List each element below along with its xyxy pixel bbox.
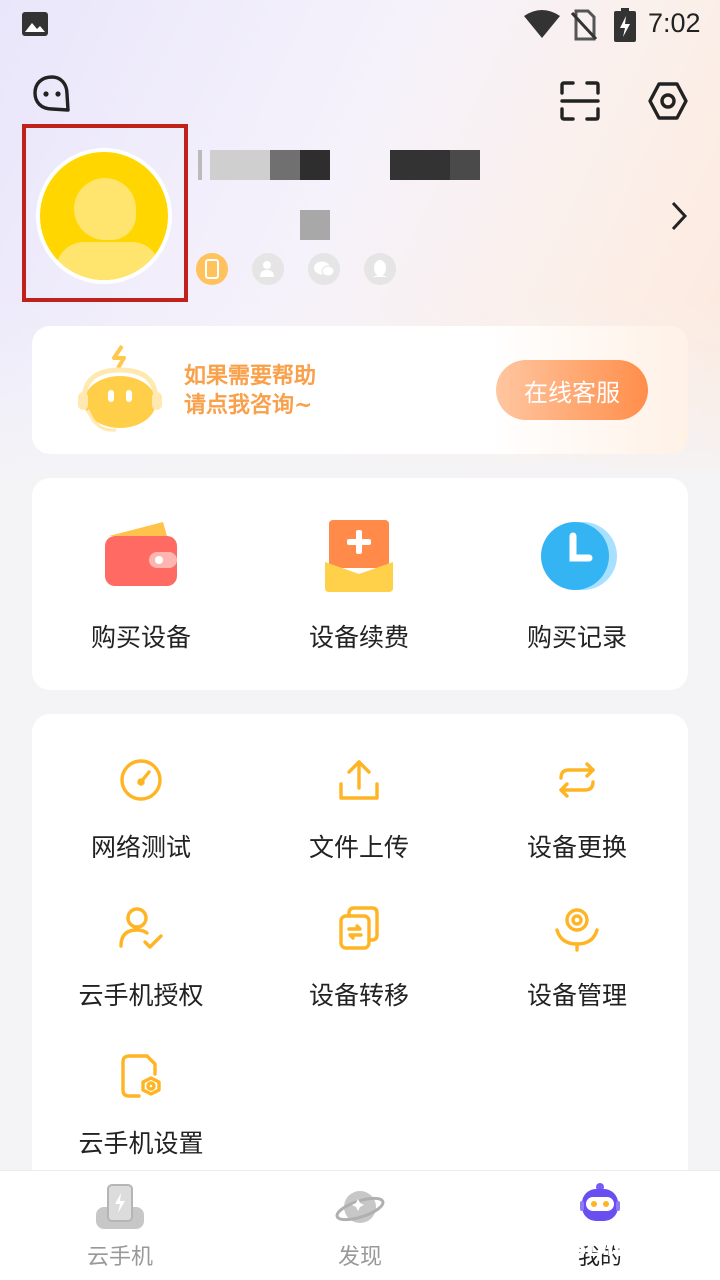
tool-item[interactable]: 云手机授权 (32, 904, 250, 1012)
status-bar: 7:02 (0, 0, 720, 50)
qq-bind-icon[interactable] (364, 253, 396, 285)
avatar-head-shape (74, 178, 136, 240)
nav-label: 发现 (337, 1245, 382, 1270)
tool-item-label: 设备转移 (308, 981, 409, 1010)
scan-icon[interactable] (556, 78, 604, 124)
purchase-item-label: 购买记录 (526, 623, 627, 652)
profile-chevron-right-icon[interactable] (664, 196, 694, 236)
customer-service-mascot-icon (78, 344, 162, 432)
robot-avatar-icon (580, 1183, 620, 1221)
purchase-item[interactable]: 购买设备 (32, 518, 250, 654)
tool-item-label: 网络测试 (90, 833, 191, 862)
tool-item-label: 设备更换 (526, 833, 627, 862)
tool-item-label: 云手机设置 (78, 1129, 204, 1158)
tools-card: 网络测试 文件上传 设备更换 云手机授权 设备转移 设备管理 云手机设置 (32, 714, 688, 1184)
verify-bind-icon[interactable] (252, 253, 284, 285)
wechat-bind-icon[interactable] (308, 253, 340, 285)
help-card[interactable]: 如果需要帮助 请点我咨询~ 在线客服 (32, 326, 688, 454)
planet-icon (335, 1191, 385, 1223)
avatar-body-shape (56, 242, 160, 280)
phone-settings-icon (121, 1054, 161, 1098)
username-blur (390, 150, 450, 180)
tool-item[interactable]: 设备更换 (468, 756, 686, 864)
wallet-icon (105, 522, 177, 586)
username-blur (270, 150, 300, 180)
avatar-highlight-frame (22, 124, 188, 302)
online-service-button[interactable]: 在线客服 (496, 360, 648, 420)
nav-cloud-phone[interactable]: 云手机 (0, 1171, 240, 1280)
username-blur (198, 150, 202, 180)
swap-icon (559, 762, 595, 798)
transfer-icon (339, 906, 379, 950)
tool-item-label: 云手机授权 (78, 981, 204, 1010)
purchase-item-label: 设备续费 (308, 623, 409, 652)
purchase-card: 购买设备 设备续费 购买记录 (32, 478, 688, 690)
speedometer-icon (120, 759, 162, 801)
tool-item-label: 文件上传 (308, 833, 409, 862)
tool-item[interactable]: 网络测试 (32, 756, 250, 864)
purchase-item-label: 购买设备 (90, 623, 191, 652)
no-sim-icon (570, 9, 598, 41)
wifi-icon (524, 10, 560, 38)
help-line-1: 如果需要帮助 (184, 364, 317, 389)
gear-hand-icon (555, 908, 599, 952)
purchase-item[interactable]: 购买记录 (468, 518, 686, 654)
tool-item[interactable]: 云手机设置 (32, 1052, 250, 1160)
settings-gear-icon[interactable] (644, 78, 692, 124)
user-check-icon (119, 907, 163, 949)
username-blur (210, 150, 270, 180)
cloud-phone-icon (96, 1184, 144, 1229)
tool-item[interactable]: 文件上传 (250, 756, 468, 864)
user-id-blur (300, 210, 330, 240)
tool-item[interactable]: 设备管理 (468, 904, 686, 1012)
clock-icon (541, 522, 617, 590)
tool-item[interactable]: 设备转移 (250, 904, 468, 1012)
clock-text: 7:02 (648, 8, 701, 38)
username-blur (300, 150, 330, 180)
image-notification-icon (22, 12, 48, 36)
phone-bind-icon[interactable] (196, 253, 228, 285)
avatar[interactable] (36, 148, 172, 284)
purchase-item[interactable]: 设备续费 (250, 518, 468, 654)
battery-charging-icon (614, 8, 636, 42)
username-blur (450, 150, 480, 180)
help-line-2: 请点我咨询~ (184, 393, 313, 418)
renew-plus-icon (325, 520, 393, 592)
help-text: 如果需要帮助 请点我咨询~ (184, 362, 316, 420)
watermark: 3DMGAME (570, 1230, 717, 1263)
nav-label: 云手机 (86, 1245, 153, 1270)
message-icon[interactable] (30, 72, 74, 116)
upload-icon (339, 760, 379, 800)
nav-discover[interactable]: 发现 (240, 1171, 480, 1280)
tool-item-label: 设备管理 (526, 981, 627, 1010)
